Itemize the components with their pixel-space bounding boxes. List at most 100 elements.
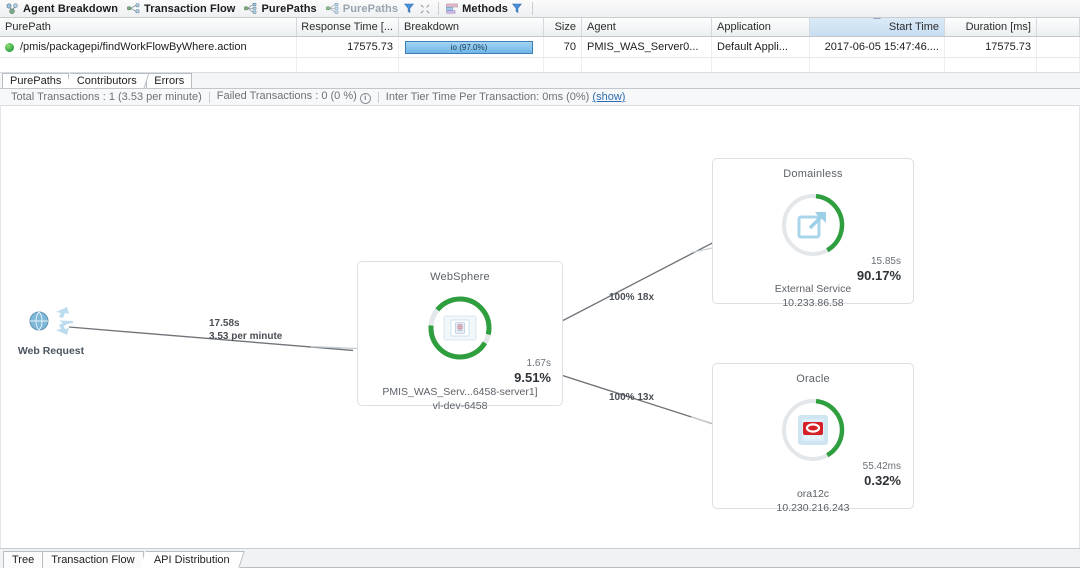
toolbar-item-transaction-flow[interactable]: Transaction Flow [124,1,241,17]
node-web-request[interactable]: Web Request [13,302,89,357]
tab-purepaths-label: PurePaths [10,75,62,87]
node-websphere-donut-wrap [425,293,495,363]
purepaths-icon [325,3,339,14]
table-row[interactable]: /pmis/packagepi/findWorkFlowByWhere.acti… [0,37,1080,58]
cell-agent: PMIS_WAS_Server0... [582,37,712,57]
cell-empty [1037,58,1080,72]
node-websphere-metrics: 1.67s 9.51% [514,357,551,385]
cell-spacer [1037,37,1080,57]
table-row-empty [0,58,1080,73]
cell-duration: 17575.73 [945,37,1037,57]
bottom-tab-tree-label: Tree [12,554,35,566]
cell-start-time: 2017-06-05 15:47:46.... [810,37,945,57]
node-domainless-title: Domainless [783,168,843,180]
show-link[interactable]: (show) [592,91,625,103]
cell-breakdown[interactable]: io (97.0%) [399,37,544,57]
failed-transactions-text: Failed Transactions : 0 (0 %) [216,90,357,102]
column-header-response-time[interactable]: Response Time [... [297,18,399,36]
edge-label-web-to-websphere-time: 17.58s [209,318,240,329]
column-header-start-time-label: Start Time [888,21,939,33]
transaction-flow-canvas[interactable]: Web Request 17.58s 3.53 per minute 100% … [0,106,1080,548]
status-ok-icon [5,42,14,52]
node-domainless-subtitle-1: External Service [774,283,852,295]
node-domainless-subtitle-2: 10.233.86.58 [782,297,844,309]
column-header-duration[interactable]: Duration [ms] [945,18,1037,36]
external-service-icon [796,208,830,242]
tab-errors[interactable]: Errors [146,73,193,88]
total-transactions-text: Total Transactions : 1 (3.53 per minute) [11,91,202,103]
breakdown-bar-label: io (97.0%) [450,42,488,52]
cell-empty [544,58,582,72]
node-oracle-percent: 0.32% [864,473,901,488]
svg-text:ORACLE: ORACLE [804,435,821,440]
tab-contributors-label: Contributors [77,75,138,87]
cell-purepath[interactable]: /pmis/packagepi/findWorkFlowByWhere.acti… [0,37,297,57]
node-oracle-subtitle-1: ora12c [796,488,830,500]
node-domainless[interactable]: Domainless 15.85s 90.17% External Servic… [712,158,914,309]
toolbar-item-purepaths-secondary-label: PurePaths [342,2,399,15]
toolbar-item-methods[interactable]: Methods [443,1,528,17]
cell-size: 70 [544,37,582,57]
bottom-tab-transaction-flow[interactable]: Transaction Flow [42,551,144,568]
sort-indicator-icon [873,18,881,19]
column-header-application[interactable]: Application [712,18,810,36]
node-oracle-time: 55.42ms [862,461,901,472]
node-web-request-label: Web Request [17,345,85,357]
expand-icon[interactable] [420,3,430,14]
breakdown-bar: io (97.0%) [405,40,533,54]
bottom-tab-tree[interactable]: Tree [3,551,44,568]
purepath-table: PurePath Response Time [... Breakdown Si… [0,18,1080,73]
toolbar-item-purepaths[interactable]: PurePaths [241,1,322,17]
edge-label-websphere-to-oracle: 100% 13x [609,392,655,403]
oracle-database-icon: ORACLE [796,413,830,447]
node-domainless-metrics: 15.85s 90.17% [857,255,901,283]
cell-empty [0,58,297,72]
node-websphere[interactable]: WebSphere 1.67s 9.51% PMIS_WAS_Serv...64… [357,261,563,412]
bottom-tab-api-distribution[interactable]: API Distribution [139,551,245,568]
info-icon[interactable]: i [359,93,371,104]
node-websphere-title: WebSphere [430,271,490,283]
toolbar-separator [532,2,534,15]
bottom-tab-transaction-flow-label: Transaction Flow [51,554,135,566]
toolbar-item-methods-label: Methods [462,2,509,15]
column-header-spacer [1037,18,1080,36]
toolbar-item-agent-breakdown[interactable]: Agent Breakdown [3,1,124,17]
cell-empty [945,58,1037,72]
summary-status-bar: Total Transactions : 1 (3.53 per minute)… [0,89,1080,106]
node-websphere-subtitle-1: PMIS_WAS_Serv...6458-server1] [382,386,538,398]
inter-tier-group: Inter Tier Time Per Transaction: 0ms (0%… [379,91,633,103]
table-header-row: PurePath Response Time [... Breakdown Si… [0,18,1080,37]
toolbar-item-transaction-flow-label: Transaction Flow [144,2,236,15]
tab-contributors[interactable]: Contributors [65,73,150,88]
column-header-purepath[interactable]: PurePath [0,18,297,36]
filter-funnel-icon[interactable] [404,3,415,14]
node-domainless-percent: 90.17% [856,268,901,283]
bottom-tab-bar: Tree Transaction Flow API Distribution [0,548,1080,568]
toolbar-item-purepaths-secondary[interactable]: PurePaths [323,1,404,17]
toolbar-item-purepaths-label: PurePaths [261,2,317,15]
main-toolbar: Agent Breakdown Transaction Flow PurePat… [0,0,1080,18]
bottom-tab-filler [240,550,1080,568]
tab-purepaths[interactable]: PurePaths [2,73,70,88]
cell-empty [582,58,712,72]
node-domainless-donut-wrap [778,190,848,260]
purepaths-icon [244,3,257,14]
transaction-flow-icon [127,3,140,14]
filter-funnel-icon[interactable] [511,3,523,14]
transaction-flow-window: Agent Breakdown Transaction Flow PurePat… [0,0,1080,568]
web-request-globe-icon [23,302,79,343]
column-header-agent[interactable]: Agent [582,18,712,36]
cell-empty [810,58,945,72]
column-header-breakdown[interactable]: Breakdown [399,18,544,36]
inter-tier-text: Inter Tier Time Per Transaction: 0ms (0%… [385,91,590,103]
cell-empty [712,58,810,72]
failed-transactions-group: Failed Transactions : 0 (0 %) i [210,90,378,104]
node-oracle-subtitle-2: 10.230.216.243 [776,502,850,514]
methods-icon [446,3,458,14]
tab-errors-label: Errors [154,75,185,87]
column-header-size[interactable]: Size [544,18,582,36]
node-oracle[interactable]: Oracle ORACLE 55.42ms 0.32% ora12c 10.23… [712,363,914,514]
toolbar-separator [438,2,440,15]
column-header-start-time[interactable]: Start Time [810,18,945,36]
agent-breakdown-icon [6,3,19,14]
